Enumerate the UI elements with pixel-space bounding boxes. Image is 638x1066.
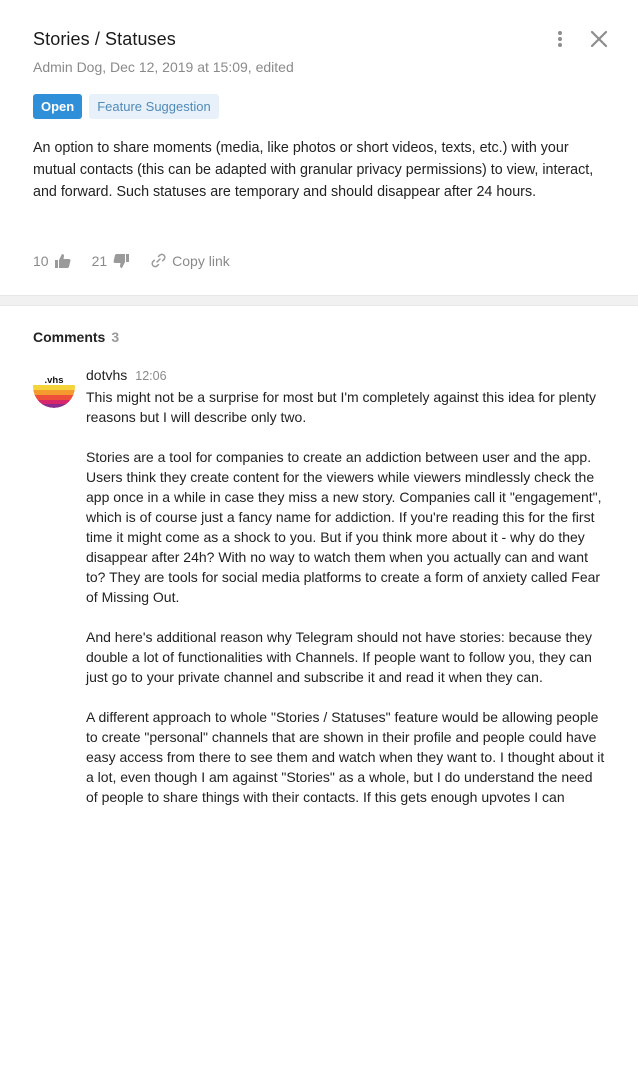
avatar[interactable]: .vhs bbox=[33, 366, 75, 408]
issue-header: Stories / Statuses bbox=[33, 28, 613, 50]
issue-tags: Open Feature Suggestion bbox=[33, 94, 219, 119]
avatar-text: .vhs bbox=[44, 375, 63, 386]
comment-paragraph: Stories are a tool for companies to crea… bbox=[86, 449, 602, 605]
copy-link-label: Copy link bbox=[172, 252, 230, 269]
comment-author-line: dotvhs 12:06 bbox=[86, 367, 167, 383]
issue-description: An option to share moments (media, like … bbox=[33, 140, 594, 200]
section-divider bbox=[0, 295, 638, 306]
copy-link-button[interactable]: Copy link bbox=[150, 252, 230, 269]
comment-paragraph: This might not be a surprise for most bu… bbox=[86, 389, 597, 425]
comments-count: 3 bbox=[111, 329, 120, 345]
status-badge[interactable]: Open bbox=[33, 94, 83, 119]
issue-meta: Admin Dog, Dec 12, 2019 at 15:09, edited bbox=[33, 59, 294, 75]
comment-body: This might not be a surprise for most bu… bbox=[86, 387, 608, 827]
comment-author[interactable]: dotvhs bbox=[86, 367, 127, 383]
comment-paragraph: And here's additional reason why Telegra… bbox=[86, 629, 592, 685]
comments-title: Comments bbox=[33, 329, 106, 345]
comment-paragraph: A different approach to whole "Stories /… bbox=[86, 709, 605, 805]
issue-title: Stories / Statuses bbox=[33, 29, 176, 49]
downvote-button[interactable]: 21 bbox=[92, 253, 131, 269]
link-icon bbox=[151, 253, 166, 268]
comments-heading: Comments 3 bbox=[33, 329, 119, 345]
upvote-count: 10 bbox=[33, 252, 49, 269]
upvote-button[interactable]: 10 bbox=[33, 253, 72, 269]
issue-actions: 10 21 Copy link bbox=[33, 252, 230, 269]
thumbs-up-icon bbox=[54, 253, 71, 268]
menu-dot bbox=[558, 37, 562, 41]
menu-dot bbox=[558, 43, 562, 47]
menu-dot bbox=[558, 31, 562, 35]
category-badge[interactable]: Feature Suggestion bbox=[89, 94, 219, 119]
thumbs-down-icon bbox=[113, 253, 130, 268]
more-vertical-icon[interactable] bbox=[550, 28, 570, 50]
close-icon[interactable] bbox=[588, 28, 610, 50]
downvote-count: 21 bbox=[91, 252, 108, 269]
comment-time: 12:06 bbox=[135, 369, 167, 383]
